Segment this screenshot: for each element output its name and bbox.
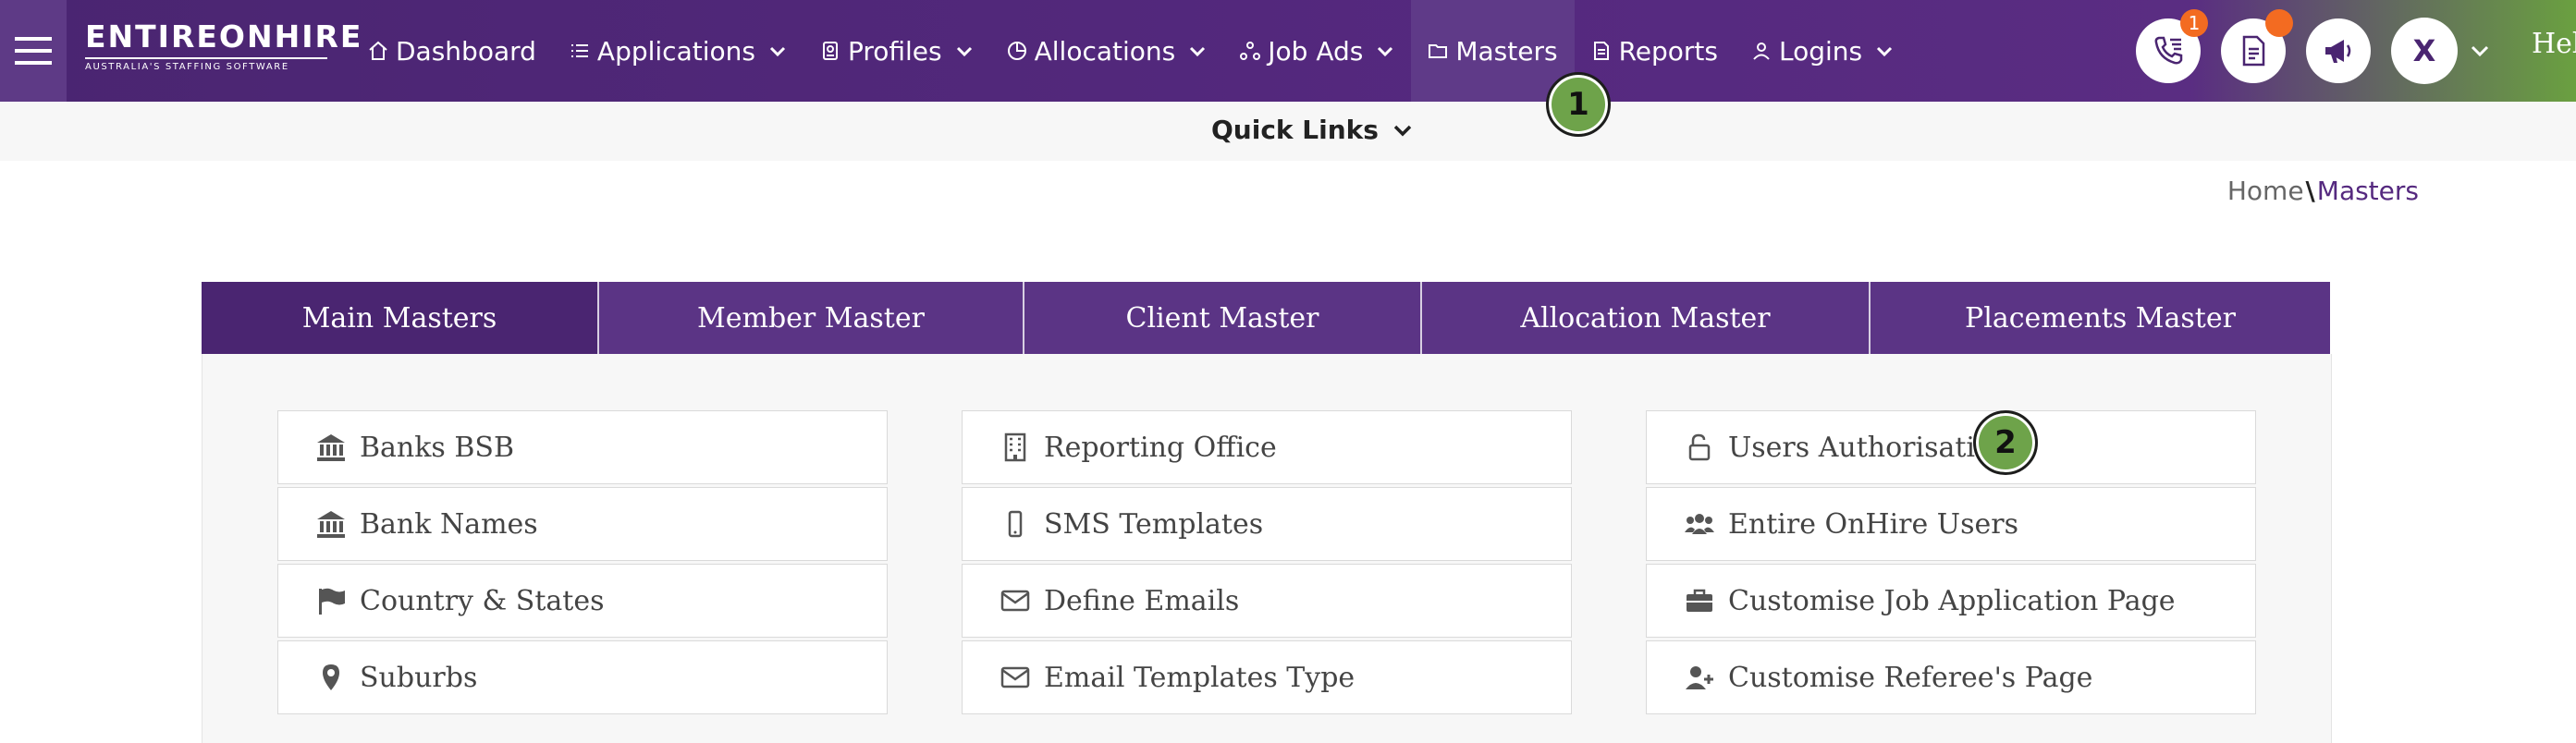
home-icon: [369, 41, 387, 60]
step-marker-1: 1: [1546, 72, 1611, 137]
tab-allocation-master[interactable]: Allocation Master: [1422, 282, 1871, 354]
tab-member-master[interactable]: Member Master: [599, 282, 1024, 354]
master-link-banks-bsb[interactable]: Banks BSB: [277, 410, 888, 484]
nav-masters[interactable]: Masters: [1411, 0, 1575, 102]
phone-list-icon: [2154, 36, 2183, 65]
chevron-down-icon: [769, 46, 786, 57]
masters-tabs: Main Masters Member Master Client Master…: [202, 282, 2330, 354]
quick-links-bar: Quick Links: [0, 102, 2576, 161]
bank-icon: [317, 434, 345, 461]
call-count-badge: 1: [2180, 9, 2208, 37]
call-log-button[interactable]: 1: [2136, 9, 2208, 83]
top-navbar: ENTIREONHIRE AUSTRALIA'S STAFFING SOFTWA…: [0, 0, 2576, 102]
tab-client-master[interactable]: Client Master: [1024, 282, 1422, 354]
quick-links-toggle[interactable]: Quick Links: [1211, 115, 1414, 145]
tab-placements-master[interactable]: Placements Master: [1871, 282, 2330, 354]
announcements-button[interactable]: [2306, 18, 2371, 83]
master-link-reporting-office[interactable]: Reporting Office: [962, 410, 1572, 484]
nav-allocations[interactable]: Allocations: [990, 0, 1224, 102]
menu-toggle-button[interactable]: [0, 0, 67, 102]
master-link-entire-onhire-users[interactable]: Entire OnHire Users: [1646, 487, 2256, 561]
lock-open-icon: [1688, 433, 1711, 461]
chevron-down-icon[interactable]: [2469, 40, 2491, 62]
folder-icon: [1429, 44, 1448, 58]
master-link-suburbs[interactable]: Suburbs: [277, 640, 888, 714]
network-icon: [1240, 42, 1261, 60]
document-icon: [1593, 42, 1609, 60]
nav-applications[interactable]: Applications: [553, 0, 803, 102]
users-icon: [1685, 514, 1714, 534]
master-link-bank-names[interactable]: Bank Names: [277, 487, 888, 561]
chevron-down-icon: [1378, 46, 1393, 57]
envelope-icon: [1000, 590, 1030, 612]
nav-profiles[interactable]: Profiles: [803, 0, 990, 102]
help-link[interactable]: Help: [2532, 28, 2576, 60]
header-actions: 1 X: [2136, 0, 2491, 102]
breadcrumb-current: Masters: [2316, 176, 2419, 206]
masters-column-1: Banks BSB Bank Names Country & States Su…: [277, 410, 888, 717]
mobile-icon: [1008, 510, 1023, 538]
nav-dashboard[interactable]: Dashboard: [351, 0, 553, 102]
chevron-down-icon: [1393, 125, 1412, 136]
hamburger-icon: [15, 37, 52, 65]
breadcrumb-separator: \: [2305, 176, 2315, 206]
main-nav: Dashboard Applications Profiles Allocati…: [351, 0, 1910, 102]
flag-icon: [319, 588, 345, 615]
notification-dot: [2265, 9, 2293, 37]
nav-logins[interactable]: Logins: [1735, 0, 1910, 102]
building-icon: [1004, 432, 1026, 462]
user-avatar[interactable]: X: [2391, 18, 2458, 84]
master-link-customise-job-application-page[interactable]: Customise Job Application Page: [1646, 564, 2256, 638]
master-link-email-templates-type[interactable]: Email Templates Type: [962, 640, 1572, 714]
master-link-define-emails[interactable]: Define Emails: [962, 564, 1572, 638]
pie-chart-icon: [1007, 42, 1026, 60]
chevron-down-icon: [956, 46, 972, 57]
briefcase-icon: [1687, 589, 1712, 612]
chevron-down-icon: [1190, 46, 1206, 57]
map-marker-icon: [323, 664, 339, 690]
breadcrumb: Home\Masters: [2227, 176, 2419, 206]
chevron-down-icon: [1877, 46, 1893, 57]
id-badge-icon: [822, 42, 838, 60]
envelope-icon: [1000, 666, 1030, 688]
user-icon: [1753, 43, 1770, 60]
user-plus-icon: [1686, 666, 1713, 689]
megaphone-icon: [2325, 40, 2351, 63]
masters-column-2: Reporting Office SMS Templates Define Em…: [962, 410, 1572, 717]
masters-column-3: Users Authorisation Entire OnHire Users …: [1646, 410, 2256, 717]
bank-icon: [317, 511, 345, 538]
step-marker-2: 2: [1973, 410, 2038, 475]
breadcrumb-home[interactable]: Home: [2227, 176, 2304, 206]
master-link-customise-referees-page[interactable]: Customise Referee's Page: [1646, 640, 2256, 714]
master-link-country-states[interactable]: Country & States: [277, 564, 888, 638]
master-link-users-authorisation[interactable]: Users Authorisation: [1646, 410, 2256, 484]
list-icon: [570, 44, 588, 57]
document-icon: [2242, 35, 2265, 67]
entireonhire-logo[interactable]: ENTIREONHIRE AUSTRALIA'S STAFFING SOFTWA…: [85, 20, 361, 72]
master-link-sms-templates[interactable]: SMS Templates: [962, 487, 1572, 561]
tab-main-masters[interactable]: Main Masters: [202, 282, 599, 354]
nav-job-ads[interactable]: Job Ads: [1223, 0, 1411, 102]
notes-button[interactable]: [2221, 9, 2293, 83]
